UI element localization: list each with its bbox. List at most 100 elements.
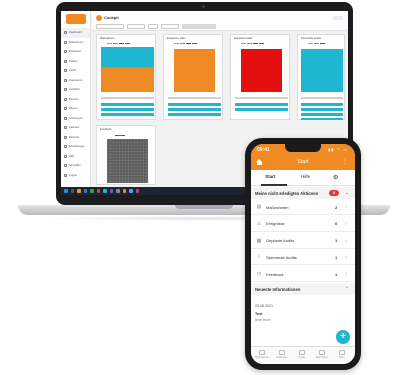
card-action-button[interactable] xyxy=(168,108,221,111)
nav-more[interactable]: Mehr xyxy=(334,350,350,359)
menu-item-icon xyxy=(64,173,67,177)
card-action-button[interactable] xyxy=(101,108,154,111)
nav-label: Mehr xyxy=(339,356,345,359)
card-action-button[interactable] xyxy=(235,103,288,106)
app-icon[interactable] xyxy=(90,189,94,193)
nav-audits[interactable]: Audits xyxy=(294,350,310,359)
browser-icon[interactable] xyxy=(83,189,87,193)
active-tab-indicator xyxy=(261,184,287,186)
app-icon[interactable] xyxy=(129,189,133,193)
action-row[interactable]: ▦ Geplante Audits 1 › xyxy=(251,232,355,249)
nav-ereignisse[interactable]: Ereignisse xyxy=(274,350,290,359)
status-badge: 8 xyxy=(329,190,339,196)
chevron-right-icon: › xyxy=(345,220,347,226)
card-action-button[interactable] xyxy=(301,108,343,111)
nav-massnahmen[interactable]: Maßnahmen xyxy=(254,350,270,359)
card-action-button[interactable] xyxy=(101,113,154,116)
clipboard-icon xyxy=(259,350,265,355)
menu-item-icon xyxy=(64,97,67,101)
card-action-button[interactable] xyxy=(301,118,343,120)
app-icon[interactable] xyxy=(96,189,100,193)
app-icon[interactable] xyxy=(122,189,126,193)
sidebar-item[interactable]: Abmelden xyxy=(61,161,90,171)
sidebar-item[interactable]: Hilfe xyxy=(61,152,90,162)
action-row[interactable]: ⌕ Sperrende Audits 1 › xyxy=(251,249,355,266)
folder-icon[interactable] xyxy=(77,189,81,193)
sidebar-item[interactable]: Dashboard xyxy=(61,28,90,38)
tab-hilfe[interactable]: Hilfe xyxy=(301,174,310,179)
menu-item-icon xyxy=(64,88,67,92)
card-feedback: Feedback xyxy=(96,125,156,185)
card-action-button[interactable] xyxy=(101,103,154,106)
more-vertical-icon[interactable]: ⋮ xyxy=(342,158,348,165)
actions-section-header[interactable]: Meine nicht erledigten Aktionen 8 ⌄ xyxy=(251,187,355,199)
sidebar-item[interactable]: Einstellungen xyxy=(61,142,90,152)
section-title: Meine nicht erledigten Aktionen xyxy=(255,190,319,196)
sidebar-item-label: Abmelden xyxy=(69,164,81,168)
sidebar-item-label: Logout xyxy=(69,173,77,177)
app-icon[interactable] xyxy=(116,189,120,193)
feedback-chart xyxy=(107,139,148,183)
news-section-header[interactable]: Neueste Informationen ⌃ xyxy=(251,283,355,295)
action-row[interactable]: ▤ Maßnahmen 2 › xyxy=(251,199,355,215)
sidebar-item[interactable]: Logout xyxy=(61,171,90,181)
chart-legend xyxy=(107,43,130,45)
section-title: Neueste Informationen xyxy=(255,286,301,292)
sidebar-item-label: Schulungen xyxy=(69,116,83,120)
menu-item-icon xyxy=(64,69,67,73)
search-icon[interactable] xyxy=(70,189,74,193)
sidebar-item[interactable]: Maßnahmen xyxy=(61,38,90,48)
lock-icon: ⌕ xyxy=(257,254,261,261)
summary-bar xyxy=(168,97,221,100)
tab-start[interactable]: Start xyxy=(265,174,275,179)
app-icon[interactable] xyxy=(109,189,113,193)
nav-status[interactable]: Mein Status xyxy=(314,350,330,359)
sidebar-item[interactable]: Aufgaben xyxy=(61,85,90,95)
filter-type[interactable] xyxy=(148,24,158,29)
sidebar-item-label: Audits xyxy=(69,69,77,73)
alert-icon: ⚠ xyxy=(256,220,262,227)
sidebar-item[interactable]: Wissen xyxy=(61,104,90,114)
row-count: 0 xyxy=(335,221,338,227)
sidebar-item[interactable]: Ereignisse xyxy=(61,47,90,57)
card-action-button[interactable] xyxy=(301,113,343,116)
card-sperrende-audits: Sperrende Audits xyxy=(297,34,345,120)
sidebar-item[interactable]: Berichte xyxy=(61,95,90,105)
bar-chart xyxy=(301,49,343,92)
apply-filter-button[interactable] xyxy=(182,24,216,29)
card-action-button[interactable] xyxy=(168,113,221,116)
news-heading[interactable]: Test xyxy=(255,312,263,316)
phone-tabs: Start Hilfe ⚙ xyxy=(251,170,355,186)
sidebar-item[interactable]: Risiken xyxy=(61,57,90,67)
filter-status[interactable] xyxy=(161,24,179,29)
chevron-down-icon: ⌄ xyxy=(345,190,349,195)
card-title: Feedback xyxy=(100,128,112,131)
row-count: 2 xyxy=(335,204,338,210)
card-ereignisse: Ereignisse offen xyxy=(163,34,223,120)
app-icon[interactable] xyxy=(103,189,107,193)
sidebar-item[interactable]: Benutzer xyxy=(61,133,90,143)
page-title: Cockpit xyxy=(104,15,119,20)
gear-icon[interactable]: ⚙ xyxy=(333,174,338,181)
card-action-button[interactable] xyxy=(301,103,343,106)
news-text: Bitte lesen xyxy=(255,318,271,322)
card-action-button[interactable] xyxy=(235,108,288,111)
sidebar-item[interactable]: Schulungen xyxy=(61,114,90,124)
filter-location[interactable] xyxy=(96,24,124,29)
user-menu[interactable] xyxy=(333,16,343,20)
chevron-right-icon: › xyxy=(345,271,347,277)
card-action-button[interactable] xyxy=(168,103,221,106)
filter-period[interactable] xyxy=(127,24,145,29)
sidebar-item[interactable]: Audits xyxy=(61,66,90,76)
status-time: 09:41 xyxy=(257,147,270,153)
action-row[interactable]: ⚠ Ereignisse 0 › xyxy=(251,215,355,232)
nav-label: Ereignisse xyxy=(276,356,288,359)
action-row[interactable]: ◷ Feedback 1 › xyxy=(251,266,355,283)
add-button[interactable]: + xyxy=(336,330,350,344)
sidebar-item[interactable]: Dokumente xyxy=(61,76,90,86)
app-icon[interactable] xyxy=(135,189,139,193)
bar-chart xyxy=(241,49,282,92)
sidebar-item[interactable]: Kalender xyxy=(61,123,90,133)
start-icon[interactable] xyxy=(64,189,68,193)
menu-item-icon xyxy=(64,40,67,44)
